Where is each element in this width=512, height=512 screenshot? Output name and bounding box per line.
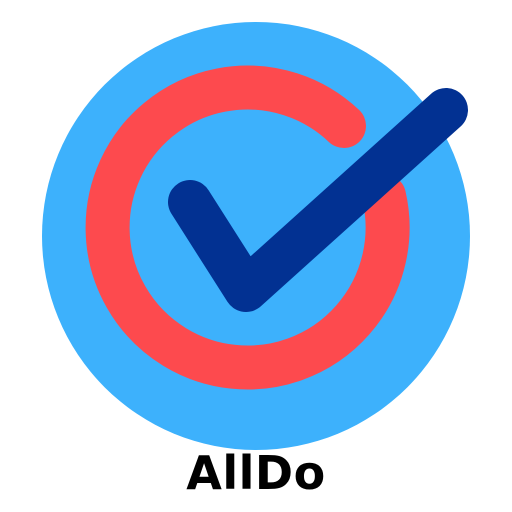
app-icon-canvas: AllDo [0,0,512,512]
app-name-label: AllDo [186,446,326,500]
alldo-logo-icon [42,22,470,450]
